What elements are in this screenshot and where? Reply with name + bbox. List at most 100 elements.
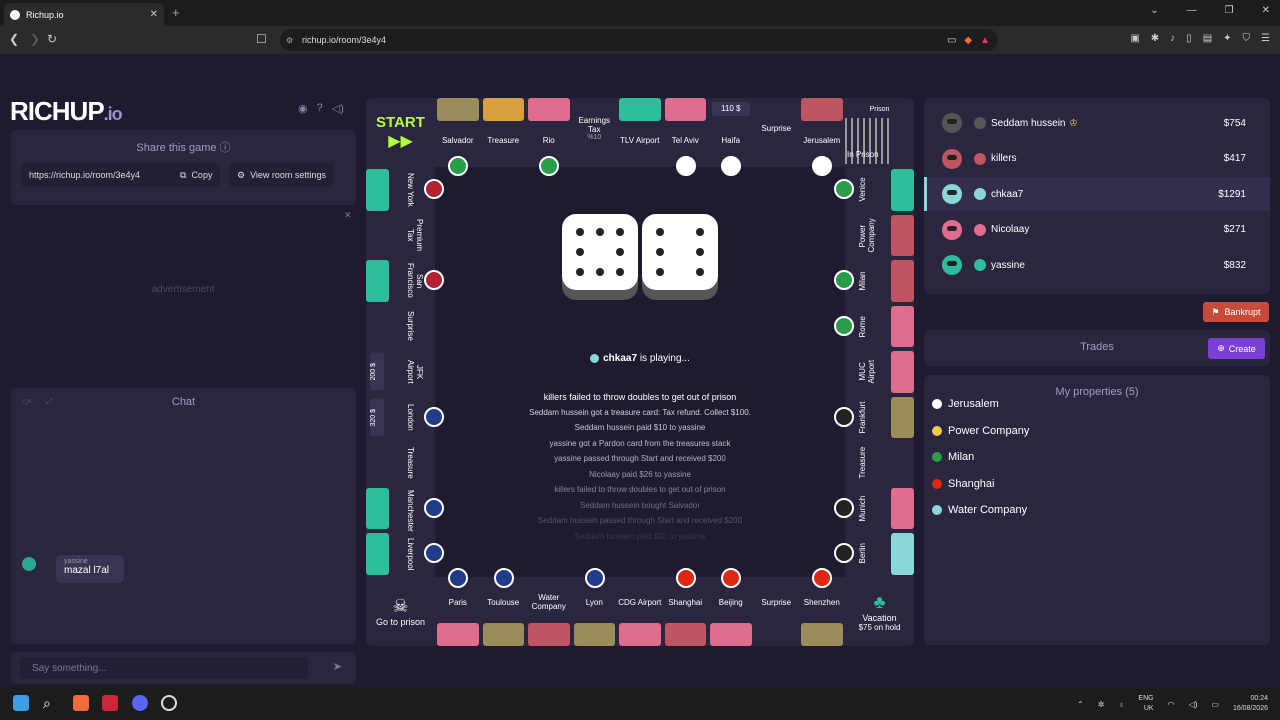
speaker-icon[interactable]: ◁) bbox=[1189, 700, 1198, 709]
space-surprise[interactable]: Surprise bbox=[754, 582, 800, 622]
space-rio[interactable]: Rio bbox=[526, 120, 572, 160]
space-earnings-tax[interactable]: Earnings Tax %10 bbox=[572, 108, 618, 148]
site-info-icon[interactable]: ⚙ bbox=[286, 36, 293, 45]
bookmark-icon[interactable]: ☐ bbox=[256, 32, 267, 46]
send-icon[interactable]: ➤ bbox=[333, 660, 342, 673]
vacation-corner[interactable]: ♣ Vacation $75 on hold bbox=[845, 577, 914, 646]
extensions-icon[interactable]: ✱ bbox=[1151, 33, 1159, 44]
space-venice[interactable]: Venice bbox=[858, 171, 867, 209]
space-haifa[interactable]: Haifa bbox=[708, 120, 754, 160]
space-premium-tax[interactable]: Premium Tax bbox=[406, 217, 424, 255]
discord-icon[interactable]: ◉ bbox=[298, 102, 308, 115]
discord-taskbar-icon[interactable] bbox=[132, 695, 148, 711]
maximize-button[interactable]: ❐ bbox=[1225, 5, 1234, 16]
close-tab-icon[interactable]: ✕ bbox=[150, 9, 158, 20]
view-room-settings-button[interactable]: ⚙ View room settings bbox=[229, 163, 334, 187]
space-cdg-airport[interactable]: CDG Airport bbox=[617, 582, 663, 622]
clock[interactable]: 00:24 16/08/2026 bbox=[1233, 694, 1268, 714]
space-shanghai[interactable]: Shanghai bbox=[663, 582, 709, 622]
space-liverpool[interactable]: Liverpool bbox=[406, 535, 415, 573]
space-water-company[interactable]: Water Company bbox=[526, 582, 572, 622]
vpn-icon[interactable]: ▣ bbox=[1130, 33, 1139, 44]
space-jerusalem[interactable]: Jerusalem bbox=[799, 120, 845, 160]
space-surprise[interactable]: Surprise bbox=[406, 308, 415, 346]
player-row[interactable]: yassine $832 bbox=[924, 248, 1270, 282]
tray-chevron-icon[interactable]: ⌃ bbox=[1077, 700, 1084, 709]
chat-input[interactable]: Say something... bbox=[20, 657, 308, 679]
minimize-button[interactable]: — bbox=[1187, 5, 1197, 16]
space-rome[interactable]: Rome bbox=[858, 308, 867, 346]
cast-icon[interactable]: ▭ bbox=[947, 35, 956, 46]
space-london[interactable]: London bbox=[406, 399, 415, 437]
menu-icon[interactable]: ☰ bbox=[1261, 33, 1270, 44]
browser-tab[interactable]: Richup.io ✕ bbox=[4, 3, 164, 26]
space-power-company[interactable]: Power Company bbox=[858, 217, 876, 255]
music-icon[interactable]: ♪ bbox=[1170, 33, 1175, 44]
property-item[interactable]: Power Company bbox=[932, 418, 1262, 444]
leo-icon[interactable]: ✦ bbox=[1223, 33, 1231, 44]
space-treasure[interactable]: Treasure bbox=[481, 120, 527, 160]
volume-icon[interactable]: ◁) bbox=[332, 102, 344, 115]
space-munich[interactable]: Munich bbox=[858, 490, 867, 528]
app-taskbar-icon[interactable] bbox=[102, 695, 118, 711]
space-tel-aviv[interactable]: Tel Aviv bbox=[663, 120, 709, 160]
windows-start-icon[interactable] bbox=[13, 695, 29, 711]
space-salvador[interactable]: Salvador bbox=[435, 120, 481, 160]
address-bar[interactable]: ⚙ richup.io/room/3e4y4 ▭ ◆ ▲ bbox=[280, 29, 998, 51]
settings-tray-icon[interactable]: ✲ bbox=[1098, 700, 1105, 709]
info-icon[interactable]: ⓘ bbox=[220, 142, 231, 154]
space-berlin[interactable]: Berlin bbox=[858, 535, 867, 573]
player-row[interactable]: killers $417 bbox=[924, 142, 1270, 176]
space-tlv-airport[interactable]: TLV Airport bbox=[617, 120, 663, 160]
property-item[interactable]: Water Company bbox=[932, 497, 1262, 523]
brave-shield-icon[interactable]: ◆ bbox=[964, 35, 972, 46]
player-row[interactable]: Nicolaay $271 bbox=[924, 213, 1270, 247]
chevron-down-icon[interactable]: ⌄ bbox=[1150, 5, 1158, 16]
space-milan[interactable]: Milan bbox=[858, 262, 867, 300]
battery-icon[interactable]: ▭ bbox=[1211, 700, 1219, 709]
sidebar-icon[interactable]: ▯ bbox=[1186, 33, 1192, 44]
chatgpt-taskbar-icon[interactable] bbox=[161, 695, 177, 711]
brave-taskbar-icon[interactable] bbox=[73, 695, 89, 711]
property-item[interactable]: Jerusalem bbox=[932, 391, 1262, 417]
rewards-icon[interactable]: ▲ bbox=[980, 35, 990, 46]
language-indicator[interactable]: ENG UK bbox=[1138, 694, 1153, 714]
create-trade-button[interactable]: ⊕ Create bbox=[1208, 338, 1265, 359]
space-treasure[interactable]: Treasure bbox=[858, 444, 867, 482]
space-muc-airport[interactable]: MUC Airport bbox=[858, 353, 876, 391]
new-tab-button[interactable]: + bbox=[172, 5, 180, 20]
microphone-icon[interactable]: ♁ bbox=[1118, 700, 1124, 709]
back-icon[interactable]: ❮ bbox=[9, 32, 19, 46]
property-item[interactable]: Shanghai bbox=[932, 471, 1262, 497]
space-new-york[interactable]: New York bbox=[406, 171, 415, 209]
wifi-icon[interactable]: ◠ bbox=[1168, 700, 1175, 709]
go-to-prison-corner[interactable]: ☠ Go to prison bbox=[366, 577, 435, 646]
forward-icon[interactable]: ❯ bbox=[30, 32, 40, 46]
close-window-button[interactable]: ✕ bbox=[1262, 5, 1270, 16]
player-row[interactable]: chkaa7 $1291 bbox=[924, 177, 1270, 211]
space-surprise[interactable]: Surprise bbox=[754, 108, 800, 148]
space-frankfurt[interactable]: Frankfurt bbox=[858, 399, 867, 437]
space-treasure[interactable]: Treasure bbox=[406, 444, 415, 482]
copy-button[interactable]: ⧉ Copy bbox=[172, 163, 221, 187]
space-lyon[interactable]: Lyon bbox=[572, 582, 618, 622]
space-paris[interactable]: Paris bbox=[435, 582, 481, 622]
flag-icon: ⚑ bbox=[1211, 306, 1220, 317]
space-label: Water Company bbox=[531, 593, 566, 611]
space-shenzhen[interactable]: Shenzhen bbox=[799, 582, 845, 622]
space-san-francisco[interactable]: San Francisco bbox=[406, 262, 424, 300]
space-beijing[interactable]: Beijing bbox=[708, 582, 754, 622]
bankrupt-button[interactable]: ⚑ Bankrupt bbox=[1203, 302, 1269, 322]
reload-icon[interactable]: ↻ bbox=[47, 32, 57, 46]
shield-icon[interactable]: ⛉ bbox=[1243, 33, 1251, 44]
space-manchester[interactable]: Manchester bbox=[406, 490, 415, 532]
help-icon[interactable]: ? bbox=[317, 102, 323, 115]
close-ad-icon[interactable]: ✕ bbox=[344, 210, 352, 221]
search-icon[interactable]: ⌕ bbox=[43, 695, 59, 711]
space-toulouse[interactable]: Toulouse bbox=[481, 582, 527, 622]
share-url-field[interactable]: https://richup.io/room/3e4y4 bbox=[21, 163, 177, 187]
property-item[interactable]: Milan bbox=[932, 444, 1262, 470]
wallet-icon[interactable]: ▤ bbox=[1203, 33, 1212, 44]
space-jfk-airport[interactable]: JFK Airport bbox=[406, 353, 424, 391]
player-row[interactable]: Seddam hussein ♔ $754 bbox=[924, 106, 1270, 140]
